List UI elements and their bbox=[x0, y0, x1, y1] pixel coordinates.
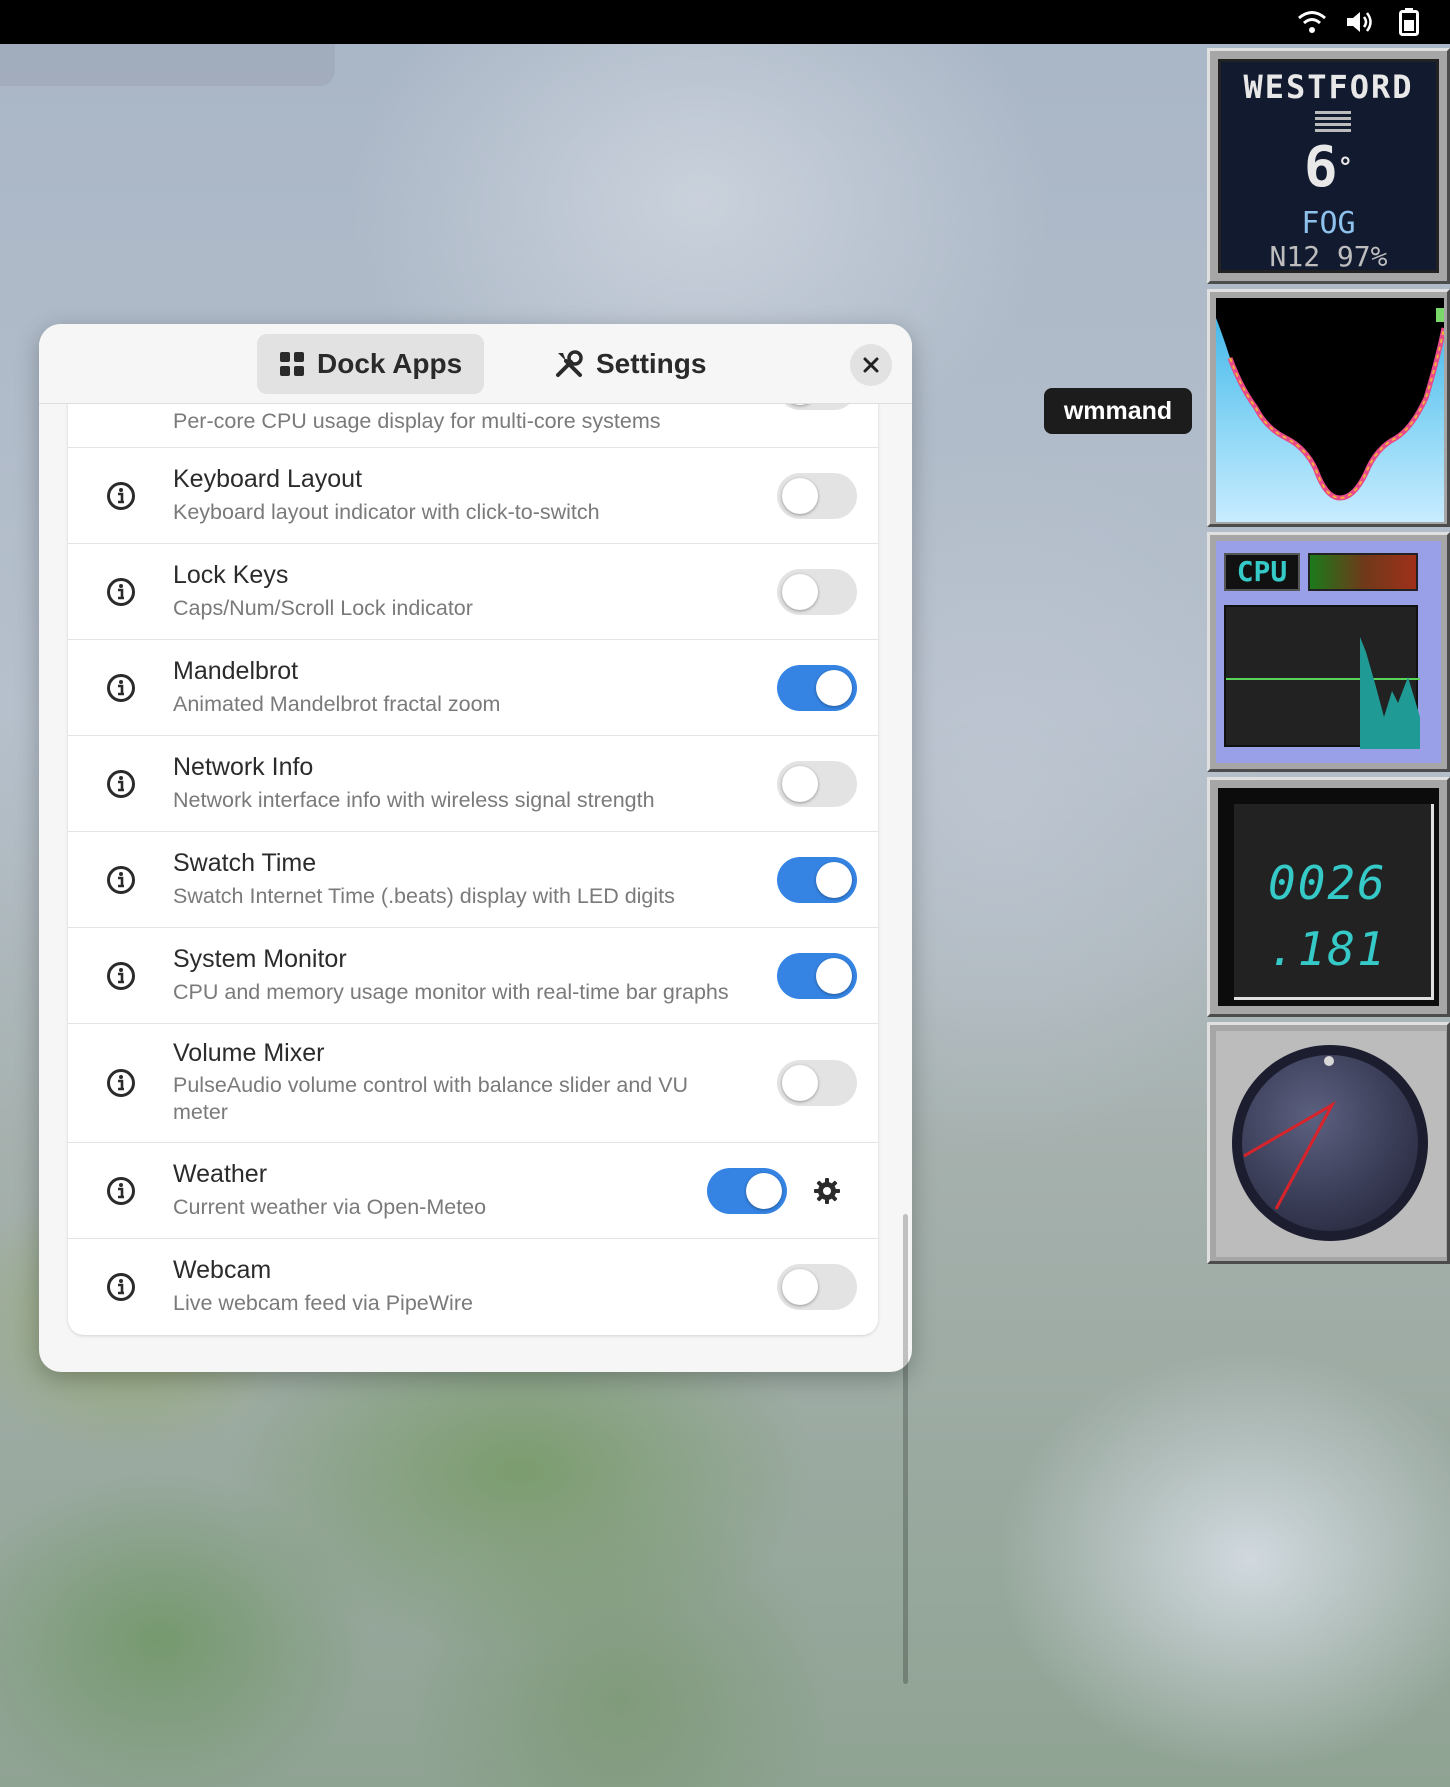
row-title: Swatch Time bbox=[173, 849, 317, 877]
row-description: CPU and memory usage monitor with real-t… bbox=[173, 980, 729, 1004]
info-icon[interactable] bbox=[106, 673, 136, 703]
dock-apps-list: Per-core CPU usage display for multi-cor… bbox=[68, 404, 878, 1335]
swatch-lcd-panel: 0026 .181 bbox=[1234, 804, 1434, 1000]
dialog-header: Dock Apps Settings bbox=[39, 324, 912, 404]
cpu-usage-bar bbox=[1308, 553, 1418, 591]
toggle-switch[interactable] bbox=[777, 665, 857, 711]
weather-condition: FOG bbox=[1301, 206, 1356, 241]
list-item: Volume Mixer PulseAudio volume control w… bbox=[68, 1024, 878, 1143]
tools-icon bbox=[556, 350, 583, 377]
tooltip: wmmand bbox=[1044, 388, 1192, 434]
row-title: Lock Keys bbox=[173, 561, 289, 589]
tab-settings[interactable]: Settings bbox=[532, 334, 728, 394]
wifi-icon[interactable] bbox=[1296, 6, 1328, 38]
grid-icon bbox=[280, 352, 304, 376]
close-button[interactable] bbox=[850, 344, 892, 386]
row-title: Weather bbox=[173, 1160, 268, 1188]
volume-knob[interactable] bbox=[1216, 1031, 1446, 1257]
background-window-edge bbox=[0, 44, 335, 86]
fog-icon bbox=[1315, 108, 1351, 136]
toggle-switch[interactable] bbox=[777, 1264, 857, 1310]
list-item: Webcam Live webcam feed via PipeWire bbox=[68, 1239, 878, 1335]
row-description: Current weather via Open-Meteo bbox=[173, 1195, 487, 1219]
toggle-switch[interactable] bbox=[777, 857, 857, 903]
info-icon[interactable] bbox=[106, 865, 136, 895]
toggle-switch[interactable] bbox=[777, 569, 857, 615]
tab-settings-label: Settings bbox=[596, 348, 707, 379]
scrollbar[interactable] bbox=[903, 1214, 908, 1684]
weather-wind-humidity: N12 97% bbox=[1269, 240, 1388, 273]
toggle-switch[interactable] bbox=[777, 1060, 857, 1106]
dock-app-volume-knob[interactable] bbox=[1207, 1022, 1450, 1264]
row-title: Volume Mixer bbox=[173, 1039, 325, 1067]
gear-icon[interactable] bbox=[812, 1176, 842, 1206]
list-item: Keyboard Layout Keyboard layout indicato… bbox=[68, 448, 878, 544]
dock-apps-list-viewport[interactable]: Per-core CPU usage display for multi-cor… bbox=[39, 404, 912, 1372]
dock-app-swatch-time[interactable]: 0026 .181 bbox=[1207, 777, 1450, 1017]
row-title: Keyboard Layout bbox=[173, 465, 363, 493]
list-item: Per-core CPU usage display for multi-cor… bbox=[68, 404, 878, 448]
info-icon[interactable] bbox=[106, 577, 136, 607]
info-icon[interactable] bbox=[106, 1272, 136, 1302]
weather-temperature: 6° bbox=[1221, 140, 1436, 196]
list-item: Network Info Network interface info with… bbox=[68, 736, 878, 832]
row-description: Network interface info with wireless sig… bbox=[173, 788, 655, 812]
swatch-beats-bottom: .181 bbox=[1268, 922, 1387, 976]
dock-app-mandelbrot[interactable] bbox=[1207, 289, 1450, 527]
cpu-label: CPU bbox=[1224, 553, 1300, 591]
list-item: Lock Keys Caps/Num/Scroll Lock indicator bbox=[68, 544, 878, 640]
row-description: PulseAudio volume control with balance s… bbox=[173, 1073, 689, 1124]
row-description: Caps/Num/Scroll Lock indicator bbox=[173, 596, 473, 620]
info-icon[interactable] bbox=[106, 1068, 136, 1098]
mandelbrot-fractal bbox=[1216, 298, 1444, 522]
dock-app-weather[interactable]: WESTFORD 6° FOG N12 97% bbox=[1207, 48, 1450, 284]
toggle-switch[interactable] bbox=[777, 473, 857, 519]
weather-city: WESTFORD bbox=[1243, 68, 1414, 106]
degree-symbol: ° bbox=[1337, 153, 1354, 183]
row-description: Keyboard layout indicator with click-to-… bbox=[173, 500, 600, 524]
list-item: Swatch Time Swatch Internet Time (.beats… bbox=[68, 832, 878, 928]
swatch-beats-top: 0026 bbox=[1268, 856, 1387, 910]
volume-icon[interactable] bbox=[1344, 6, 1376, 38]
close-icon bbox=[863, 357, 879, 373]
battery-icon[interactable] bbox=[1394, 6, 1424, 38]
toggle-switch[interactable] bbox=[777, 953, 857, 999]
tab-dock-apps-label: Dock Apps bbox=[317, 348, 463, 379]
weather-display: WESTFORD 6° FOG N12 97% bbox=[1218, 59, 1439, 273]
swatch-display: 0026 .181 bbox=[1218, 788, 1439, 1006]
list-item: Weather Current weather via Open-Meteo bbox=[68, 1143, 878, 1239]
cpu-monitor: CPU bbox=[1216, 541, 1441, 763]
row-description: Animated Mandelbrot fractal zoom bbox=[173, 692, 501, 716]
list-item: System Monitor CPU and memory usage moni… bbox=[68, 928, 878, 1024]
row-title: Mandelbrot bbox=[173, 657, 299, 685]
info-icon[interactable] bbox=[106, 1176, 136, 1206]
row-description: Live webcam feed via PipeWire bbox=[173, 1291, 473, 1315]
row-description: Per-core CPU usage display for multi-cor… bbox=[173, 409, 661, 433]
toggle-switch[interactable] bbox=[777, 404, 857, 410]
toggle-switch[interactable] bbox=[777, 761, 857, 807]
list-item: Mandelbrot Animated Mandelbrot fractal z… bbox=[68, 640, 878, 736]
info-icon[interactable] bbox=[106, 481, 136, 511]
cpu-graph bbox=[1224, 605, 1420, 749]
toggle-switch[interactable] bbox=[707, 1168, 787, 1214]
info-icon[interactable] bbox=[106, 961, 136, 991]
info-icon[interactable] bbox=[106, 769, 136, 799]
dock-apps-dialog: Dock Apps Settings Per-core CPU usage di… bbox=[39, 324, 912, 1684]
row-title: System Monitor bbox=[173, 945, 347, 973]
temperature-value: 6 bbox=[1303, 135, 1338, 200]
row-title: Network Info bbox=[173, 753, 314, 781]
dock-app-system-monitor[interactable]: CPU bbox=[1207, 532, 1450, 772]
top-bar bbox=[0, 0, 1450, 44]
tab-dock-apps[interactable]: Dock Apps bbox=[257, 334, 485, 394]
row-description: Swatch Internet Time (.beats) display wi… bbox=[173, 884, 675, 908]
row-title: Webcam bbox=[173, 1256, 272, 1284]
